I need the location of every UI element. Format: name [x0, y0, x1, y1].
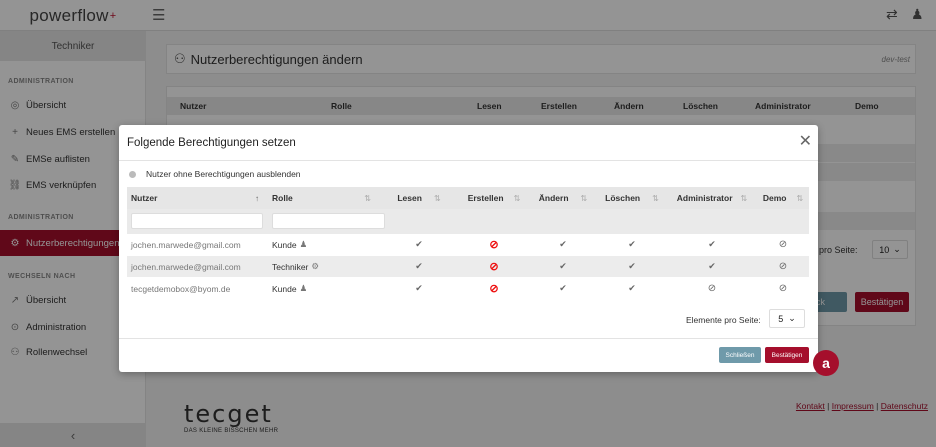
modal-table-header: Nutzer ↑ Rolle ⇅ Lesen ⇅ Erstellen ⇅ Ändern ⇅…	[127, 187, 809, 209]
filter-rolle-input[interactable]	[272, 213, 385, 229]
sort-icon: ⇅	[513, 193, 521, 203]
col-nutzer[interactable]: Nutzer ↑	[131, 187, 263, 209]
check-icon[interactable]: ✔	[667, 234, 757, 255]
check-icon[interactable]: ✔	[389, 256, 449, 277]
user-role: Techniker	[272, 261, 309, 272]
check-icon[interactable]: ✔	[599, 256, 665, 277]
check-icon[interactable]: ✔	[533, 278, 593, 299]
per-page-select[interactable]: 5 ⌄	[769, 309, 805, 328]
col-erstellen[interactable]: Erstellen ⇅	[459, 187, 529, 209]
sort-asc-icon: ↑	[255, 193, 259, 203]
ban-icon[interactable]: ⊘	[667, 278, 757, 299]
ban-icon[interactable]: ⊘	[757, 234, 809, 255]
user-icon: ♟	[299, 239, 308, 249]
col-rolle[interactable]: Rolle ⇅	[272, 187, 375, 209]
check-icon[interactable]: ✔	[599, 234, 665, 255]
divider	[119, 338, 818, 339]
sort-icon: ⇅	[740, 193, 748, 203]
check-icon[interactable]: ✔	[389, 234, 449, 255]
col-lesen[interactable]: Lesen ⇅	[389, 187, 449, 209]
hide-users-toggle[interactable]	[129, 171, 136, 178]
filter-row	[127, 209, 809, 234]
user-email: tecgetdemobox@byom.de	[131, 283, 231, 294]
sort-icon: ⇅	[652, 193, 659, 203]
close-button[interactable]: Schließen	[719, 347, 761, 363]
modal-title: Folgende Berechtigungen setzen	[127, 137, 296, 149]
user-email: jochen.marwede@gmail.com	[131, 261, 241, 272]
forbidden-icon[interactable]: ⊘	[459, 234, 529, 255]
sort-icon: ⇅	[580, 193, 588, 203]
ban-icon[interactable]: ⊘	[757, 278, 809, 299]
check-icon[interactable]: ✔	[667, 256, 757, 277]
table-row: jochen.marwede@gmail.com Kunde ♟ ✔ ⊘ ✔ ✔ …	[127, 234, 809, 255]
sort-icon: ⇅	[796, 193, 804, 203]
user-role: Kunde	[272, 283, 297, 294]
close-icon[interactable]: ✕	[799, 131, 812, 151]
gear-icon: ⚙	[311, 261, 320, 271]
annotation-badge: a	[813, 350, 839, 376]
col-aendern[interactable]: Ändern ⇅	[533, 187, 593, 209]
col-loeschen[interactable]: Löschen ⇅	[599, 187, 665, 209]
ban-icon[interactable]: ⊘	[757, 256, 809, 277]
sort-icon: ⇅	[364, 193, 371, 203]
table-row: jochen.marwede@gmail.com Techniker ⚙ ✔ ⊘ …	[127, 256, 809, 277]
user-icon: ♟	[299, 283, 308, 293]
permissions-modal: Folgende Berechtigungen setzen ✕ Nutzer …	[119, 125, 818, 372]
user-role: Kunde	[272, 239, 297, 250]
per-page-label: Elemente pro Seite:	[686, 315, 761, 325]
check-icon[interactable]: ✔	[599, 278, 665, 299]
filter-nutzer-input[interactable]	[131, 213, 263, 229]
forbidden-icon[interactable]: ⊘	[459, 256, 529, 277]
toggle-label: Nutzer ohne Berechtigungen ausblenden	[146, 169, 301, 179]
check-icon[interactable]: ✔	[533, 256, 593, 277]
chevron-down-icon: ⌄	[788, 313, 796, 323]
sort-icon: ⇅	[433, 193, 441, 203]
confirm-button[interactable]: Bestätigen	[765, 347, 809, 363]
check-icon[interactable]: ✔	[533, 234, 593, 255]
check-icon[interactable]: ✔	[389, 278, 449, 299]
user-email: jochen.marwede@gmail.com	[131, 239, 241, 250]
table-row: tecgetdemobox@byom.de Kunde ♟ ✔ ⊘ ✔ ✔ ⊘ ⊘	[127, 278, 809, 299]
col-demo[interactable]: Demo ⇅	[757, 187, 809, 209]
forbidden-icon[interactable]: ⊘	[459, 278, 529, 299]
col-administrator[interactable]: Administrator ⇅	[667, 187, 757, 209]
divider	[119, 160, 818, 161]
